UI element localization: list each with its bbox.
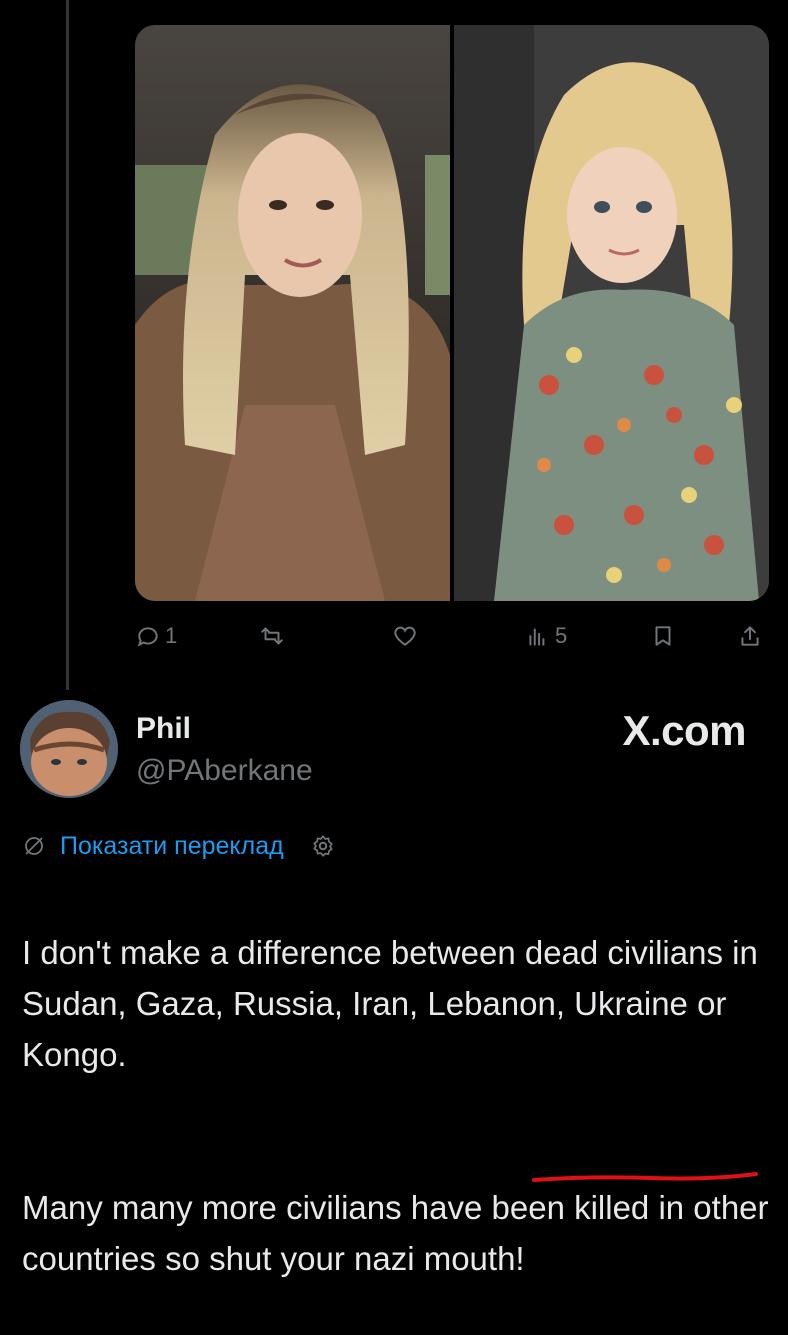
- reply-count: 1: [165, 623, 178, 648]
- share-icon: [741, 626, 759, 646]
- gear-icon[interactable]: [310, 833, 336, 859]
- thread-connector-line: [66, 0, 69, 690]
- no-translate-icon: [25, 837, 43, 855]
- retweet-icon: [261, 627, 283, 645]
- photo-woman[interactable]: [135, 25, 450, 601]
- reply-icon: [137, 627, 158, 647]
- heart-icon: [394, 626, 416, 646]
- like-button[interactable]: [392, 618, 418, 654]
- share-button[interactable]: [737, 618, 763, 654]
- author-name[interactable]: Phil: [136, 712, 191, 746]
- photo-child[interactable]: [454, 25, 769, 601]
- media-grid[interactable]: [135, 25, 769, 601]
- bookmark-button[interactable]: [650, 618, 676, 654]
- reply-button[interactable]: 1: [135, 618, 177, 654]
- show-translation-label[interactable]: Показати переклад: [60, 832, 284, 861]
- show-translation-link[interactable]: Показати переклад: [22, 828, 336, 864]
- avatar[interactable]: [20, 700, 118, 798]
- retweet-button[interactable]: [259, 618, 285, 654]
- views-button[interactable]: 5: [525, 618, 567, 654]
- tweet-text: I don't make a difference between dead c…: [22, 876, 770, 1335]
- x-com-watermark: X.com: [622, 707, 746, 754]
- author-handle[interactable]: @PAberkane: [136, 754, 313, 788]
- tweet-paragraph-1: I don't make a difference between dead c…: [22, 934, 758, 1073]
- red-underline-annotation: [532, 1172, 758, 1182]
- tweet-paragraph-2: Many many more civilians have been kille…: [22, 1189, 769, 1277]
- views-count: 5: [555, 623, 568, 648]
- tweet-action-bar: 1 5: [135, 618, 771, 654]
- bookmark-icon: [655, 626, 671, 646]
- views-icon: [529, 628, 545, 646]
